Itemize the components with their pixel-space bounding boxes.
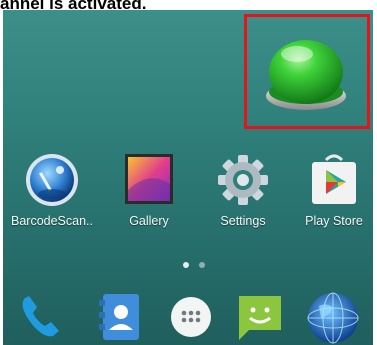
dock-app-drawer[interactable] [162,288,220,345]
green-scan-button[interactable] [263,34,349,114]
page-dot[interactable] [199,262,205,268]
app-label: Gallery [129,214,169,228]
barcode-scanner-icon [22,150,82,210]
screenshot: annel is activated. BarcodeScan.. Galler… [0,0,377,345]
dock-browser[interactable] [303,288,361,345]
app-label: Settings [220,214,266,228]
dock-messaging[interactable] [231,288,289,345]
messaging-icon [239,296,281,340]
android-home-screen: BarcodeScan.. Gallery Settings Play Stor… [3,10,373,345]
dock [3,280,377,345]
play-store-icon [304,150,364,210]
settings-gear-icon [213,150,273,210]
app-settings[interactable]: Settings [198,150,288,228]
contacts-icon [99,294,139,340]
green-button-icon [266,40,346,110]
gallery-icon [119,150,179,210]
app-label: BarcodeScan.. [11,214,93,228]
browser-globe-icon [307,292,359,344]
app-label: Play Store [305,214,363,228]
app-gallery[interactable]: Gallery [104,150,194,228]
page-dot-active[interactable] [183,262,189,268]
dock-contacts[interactable] [91,288,149,345]
app-play-store[interactable]: Play Store [289,150,377,228]
app-drawer-icon [171,297,211,337]
page-indicator [183,262,213,270]
dock-phone[interactable] [13,288,71,345]
app-barcodescanner[interactable]: BarcodeScan.. [7,150,97,228]
phone-icon [22,296,59,337]
